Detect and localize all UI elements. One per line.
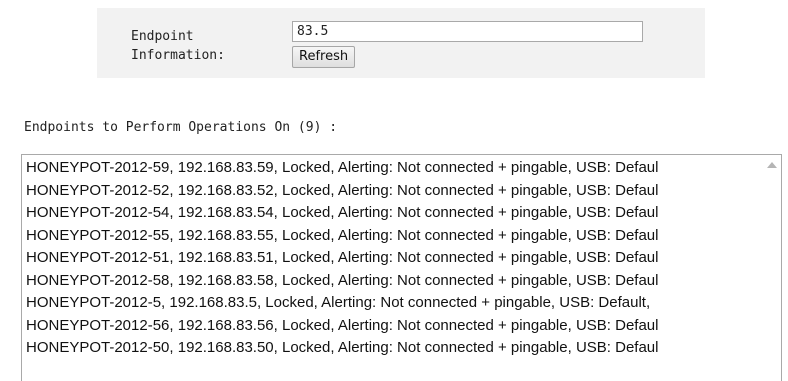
endpoint-info-label-line2: Information: [131,48,225,63]
endpoint-list-scrollbar[interactable] [763,155,781,381]
scroll-up-arrow-icon[interactable] [767,162,777,168]
list-item[interactable]: HONEYPOT-2012-55, 192.168.83.55, Locked,… [22,225,762,248]
endpoint-info-label-line1: Endpoint [131,29,194,44]
list-item[interactable]: HONEYPOT-2012-58, 192.168.83.58, Locked,… [22,270,762,293]
list-item[interactable]: HONEYPOT-2012-52, 192.168.83.52, Locked,… [22,180,762,203]
endpoint-list-items: HONEYPOT-2012-59, 192.168.83.59, Locked,… [22,157,762,360]
list-item[interactable]: HONEYPOT-2012-56, 192.168.83.56, Locked,… [22,315,762,338]
list-item[interactable]: HONEYPOT-2012-59, 192.168.83.59, Locked,… [22,157,762,180]
endpoint-info-label: Endpoint Information: [131,27,225,65]
endpoint-info-panel: Endpoint Information: Refresh [97,8,705,78]
endpoints-heading: Endpoints to Perform Operations On (9) : [24,120,338,135]
refresh-button[interactable]: Refresh [292,46,356,68]
list-item[interactable]: HONEYPOT-2012-5, 192.168.83.5, Locked, A… [22,292,762,315]
list-item[interactable]: HONEYPOT-2012-50, 192.168.83.50, Locked,… [22,337,762,360]
list-item[interactable]: HONEYPOT-2012-54, 192.168.83.54, Locked,… [22,202,762,225]
list-item[interactable]: HONEYPOT-2012-51, 192.168.83.51, Locked,… [22,247,762,270]
endpoint-list[interactable]: HONEYPOT-2012-59, 192.168.83.59, Locked,… [21,154,782,381]
endpoint-info-input[interactable] [292,21,643,42]
